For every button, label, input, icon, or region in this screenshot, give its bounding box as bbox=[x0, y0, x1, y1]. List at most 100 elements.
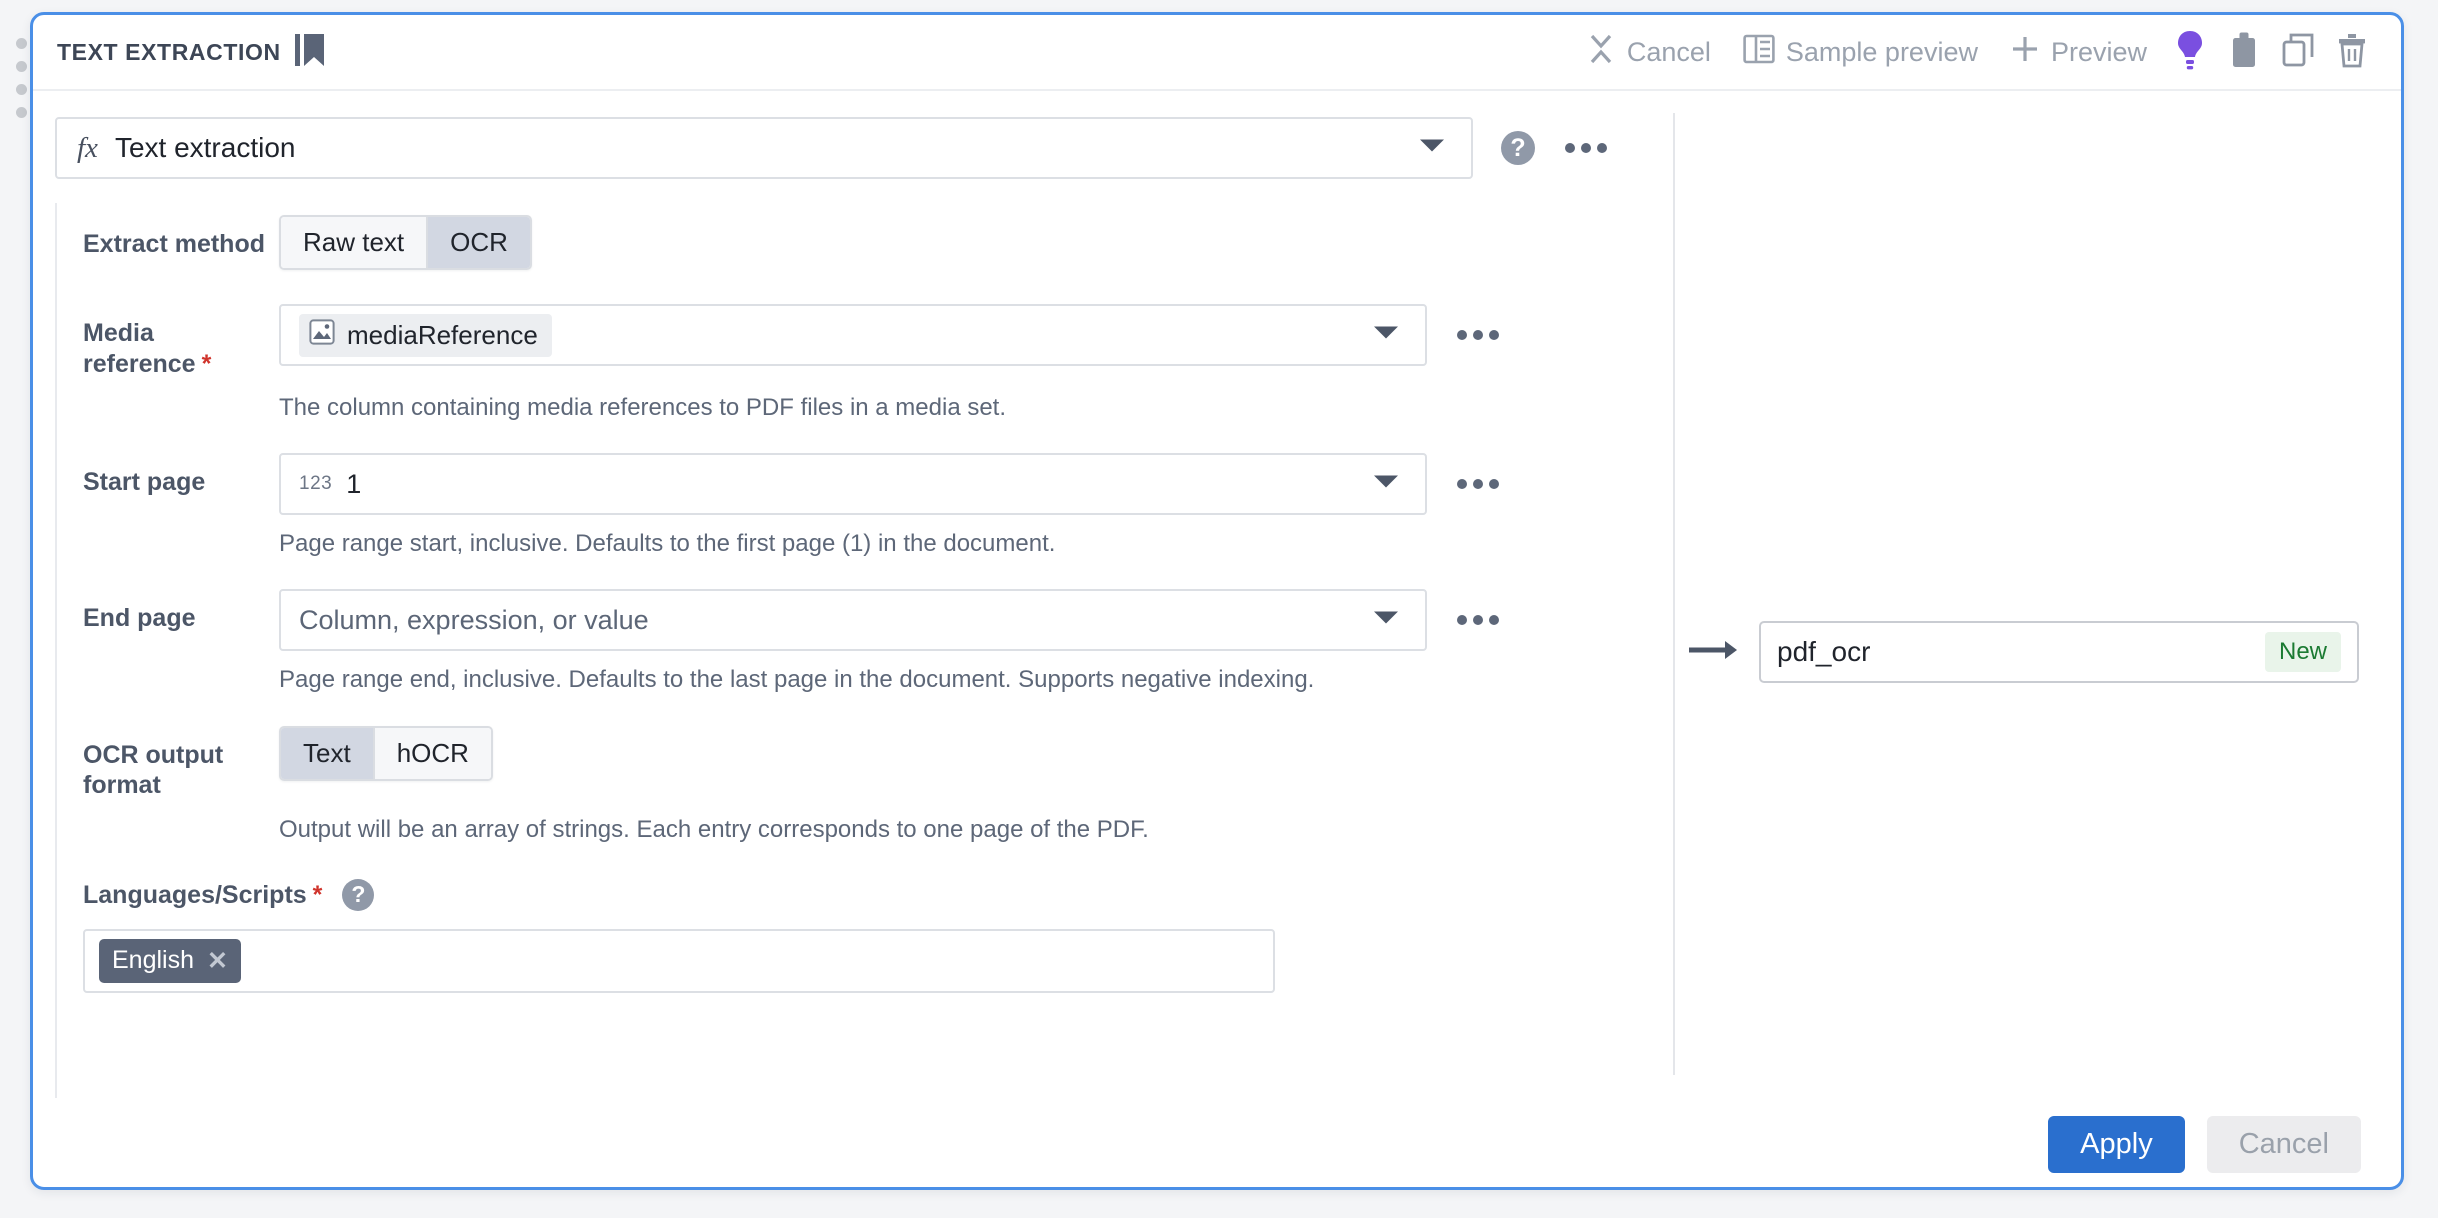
languages-scripts-label: Languages/Scripts * bbox=[83, 880, 323, 909]
output-name-input[interactable]: pdf_ocr New bbox=[1759, 621, 2359, 683]
output-name-value: pdf_ocr bbox=[1777, 636, 1871, 667]
end-page-row: Column, expression, or value bbox=[279, 589, 1673, 652]
start-page-label: Start page bbox=[83, 468, 206, 497]
extract-method-label: Extract method bbox=[83, 230, 265, 258]
drag-dot bbox=[15, 107, 27, 118]
sample-preview-label: Sample preview bbox=[1785, 36, 1978, 67]
chevron-down-icon bbox=[1373, 325, 1399, 346]
fields-list: Extract method Raw text OCR Media refere… bbox=[33, 179, 1673, 993]
media-reference-label: Media reference * bbox=[83, 319, 212, 378]
duplicate-button[interactable] bbox=[2271, 25, 2325, 79]
drag-dot bbox=[15, 61, 27, 72]
dot bbox=[1457, 479, 1467, 490]
bookmark-icon bbox=[294, 33, 325, 72]
extract-method-control: Raw text OCR bbox=[279, 215, 1673, 270]
languages-scripts-help-icon[interactable]: ? bbox=[342, 878, 375, 911]
segment-text[interactable]: Text bbox=[281, 727, 375, 779]
field-ocr-output-format: OCR output format Text hOCR bbox=[33, 725, 1673, 801]
preview-label: Preview bbox=[2050, 36, 2147, 67]
output-row: pdf_ocr New bbox=[1687, 621, 2359, 683]
end-page-input[interactable]: Column, expression, or value bbox=[279, 589, 1427, 652]
media-reference-input[interactable]: mediaReference bbox=[279, 304, 1427, 366]
dot bbox=[1565, 143, 1575, 153]
language-tag-english[interactable]: English ✕ bbox=[99, 938, 241, 983]
page-title: TEXT EXTRACTION bbox=[57, 38, 281, 65]
media-reference-chip: mediaReference bbox=[299, 313, 552, 357]
field-end-page: End page Column, expression, or value bbox=[33, 589, 1673, 652]
duplicate-icon bbox=[2282, 33, 2314, 72]
clipboard-button[interactable] bbox=[2217, 25, 2271, 79]
remove-tag-icon[interactable]: ✕ bbox=[207, 946, 228, 976]
field-start-page: Start page 123 1 bbox=[33, 453, 1673, 516]
end-page-control: Column, expression, or value bbox=[279, 589, 1673, 652]
drag-dot bbox=[15, 38, 27, 49]
end-page-hint: Page range end, inclusive. Defaults to t… bbox=[279, 666, 1315, 694]
lightbulb-button[interactable] bbox=[2163, 25, 2217, 79]
text-extraction-panel: TEXT EXTRACTION Cancel Sample preview Pr… bbox=[0, 0, 2438, 1218]
segment-hocr[interactable]: hOCR bbox=[374, 727, 491, 779]
dot bbox=[1457, 330, 1467, 340]
card-body: fx Text extraction ? Extract method Raw … bbox=[33, 91, 2401, 1113]
media-reference-value: mediaReference bbox=[347, 319, 538, 350]
dot bbox=[1473, 615, 1483, 626]
ocr-output-format-hint: Output will be an array of strings. Each… bbox=[279, 815, 1149, 843]
cancel-button[interactable]: Cancel bbox=[2206, 1115, 2361, 1173]
ocr-output-format-label: OCR output format bbox=[83, 740, 224, 800]
preview-button[interactable]: Preview bbox=[1994, 28, 2163, 77]
start-page-control: 123 1 bbox=[279, 453, 1673, 516]
editor-card: TEXT EXTRACTION Cancel Sample preview Pr… bbox=[30, 12, 2404, 1190]
function-more-menu[interactable] bbox=[1561, 137, 1611, 159]
lightbulb-icon bbox=[2177, 30, 2203, 75]
start-page-input[interactable]: 123 1 bbox=[279, 453, 1427, 516]
ocr-output-format-control: Text hOCR bbox=[279, 725, 1673, 781]
function-select[interactable]: fx Text extraction bbox=[55, 117, 1473, 179]
start-page-hint: Page range start, inclusive. Defaults to… bbox=[279, 530, 1056, 558]
image-icon bbox=[309, 318, 335, 352]
sample-panel-icon bbox=[1743, 34, 1775, 71]
apply-button[interactable]: Apply bbox=[2048, 1115, 2185, 1173]
required-star: * bbox=[312, 880, 323, 909]
language-tag-label: English bbox=[112, 946, 194, 975]
dot bbox=[1457, 615, 1467, 626]
start-page-value: 1 bbox=[346, 468, 362, 499]
extract-method-segmented: Raw text OCR bbox=[279, 215, 532, 270]
panel-drag-handle[interactable] bbox=[10, 38, 32, 118]
ocr-output-format-segmented: Text hOCR bbox=[279, 725, 493, 781]
function-label: Text extraction bbox=[114, 132, 296, 163]
trash-icon bbox=[2337, 32, 2367, 73]
cancel-action-label: Cancel bbox=[1626, 36, 1711, 67]
function-row: fx Text extraction ? bbox=[33, 117, 1673, 179]
function-help-icon[interactable]: ? bbox=[1501, 131, 1535, 165]
dot bbox=[1473, 330, 1483, 340]
dot bbox=[1473, 479, 1483, 490]
chevron-down-icon bbox=[1373, 610, 1399, 631]
start-page-more-menu[interactable] bbox=[1453, 473, 1503, 495]
media-reference-control: mediaReference bbox=[279, 304, 1673, 366]
delete-button[interactable] bbox=[2325, 25, 2379, 79]
media-reference-row: mediaReference bbox=[279, 304, 1673, 366]
plus-icon bbox=[2010, 34, 2040, 71]
field-extract-method: Extract method Raw text OCR bbox=[33, 215, 1673, 270]
start-page-row: 123 1 bbox=[279, 453, 1673, 516]
arrow-right-icon bbox=[1687, 637, 1739, 668]
segment-ocr[interactable]: OCR bbox=[428, 217, 530, 268]
form-pane: fx Text extraction ? Extract method Raw … bbox=[33, 91, 1673, 1113]
fx-icon: fx bbox=[77, 131, 98, 164]
sample-preview-button[interactable]: Sample preview bbox=[1727, 28, 1994, 77]
status-badge: New bbox=[2264, 632, 2341, 672]
segment-raw-text[interactable]: Raw text bbox=[281, 217, 429, 268]
output-pane: pdf_ocr New bbox=[1673, 91, 2401, 1113]
required-star: * bbox=[201, 349, 212, 378]
end-page-more-menu[interactable] bbox=[1453, 609, 1503, 631]
drag-dot bbox=[15, 84, 27, 95]
start-page-type-badge: 123 bbox=[299, 473, 333, 495]
card-header: TEXT EXTRACTION Cancel Sample preview Pr… bbox=[33, 15, 2401, 91]
cancel-action-button[interactable]: Cancel bbox=[1570, 26, 1727, 79]
dot bbox=[1597, 143, 1607, 153]
languages-scripts-input[interactable]: English ✕ bbox=[83, 928, 1275, 993]
media-reference-hint: The column containing media references t… bbox=[279, 394, 1007, 421]
dot bbox=[1489, 615, 1499, 626]
media-reference-more-menu[interactable] bbox=[1453, 324, 1503, 346]
chevron-down-icon bbox=[1419, 138, 1445, 159]
languages-scripts-control: English ✕ bbox=[33, 928, 1673, 993]
